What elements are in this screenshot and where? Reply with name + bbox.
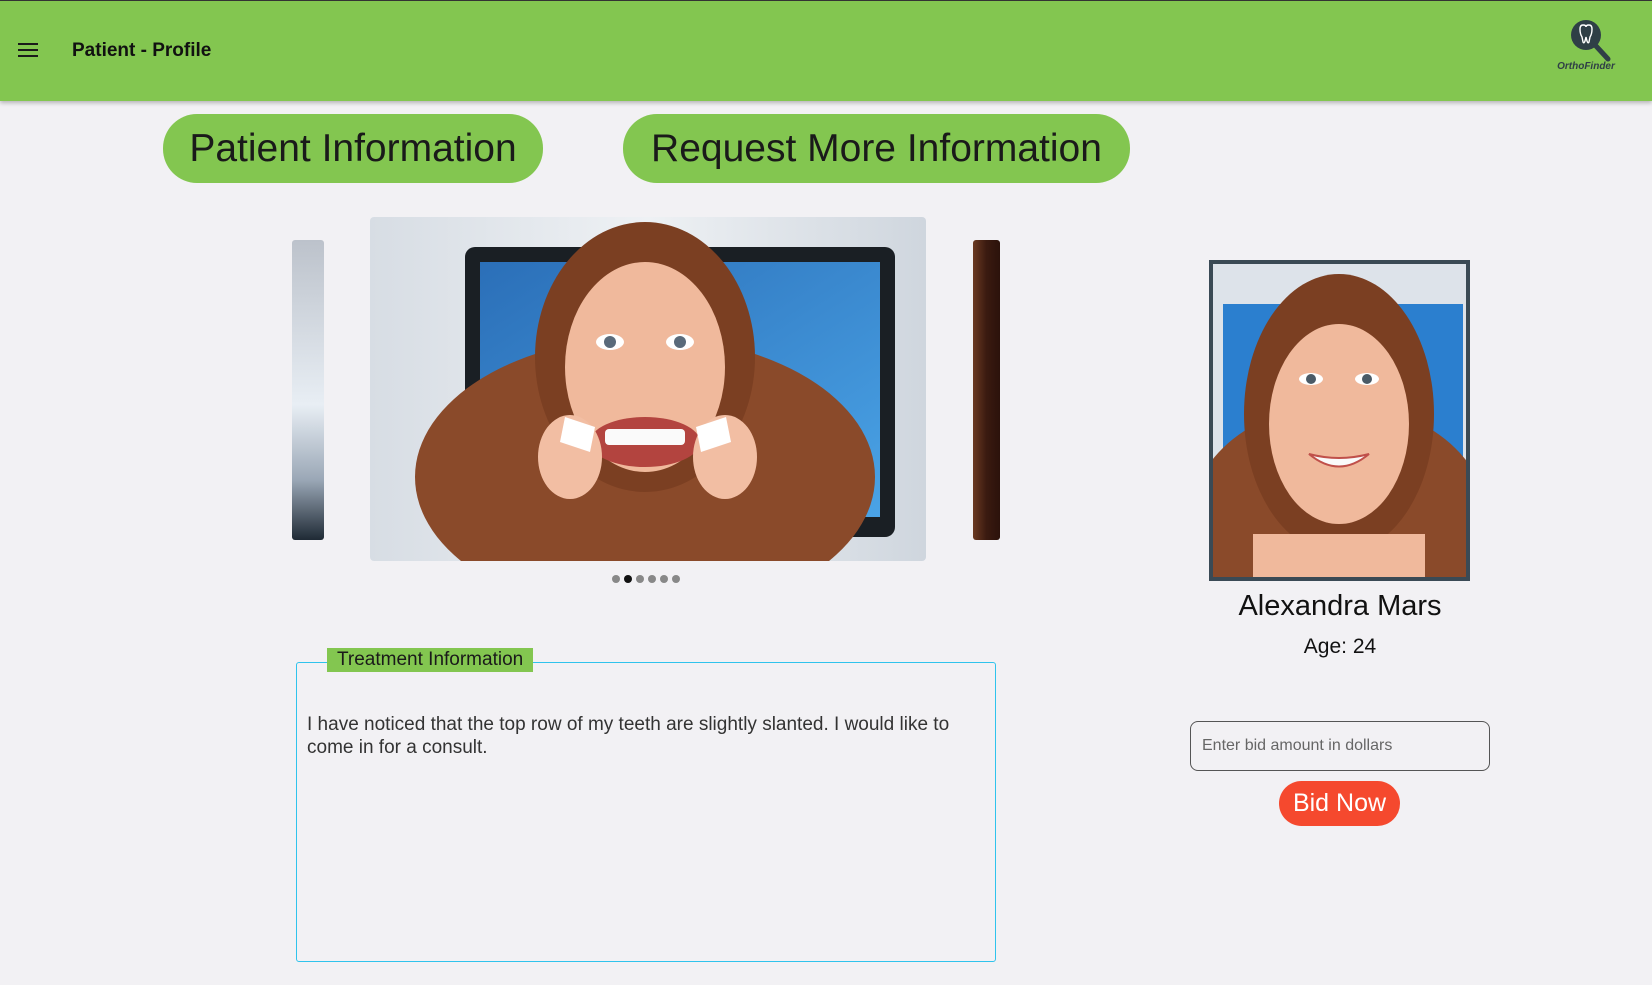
carousel-dot-active[interactable]	[624, 575, 632, 583]
treatment-description: I have noticed that the top row of my te…	[307, 714, 950, 758]
bid-now-button[interactable]: Bid Now	[1279, 781, 1400, 826]
carousel-dot[interactable]	[648, 575, 656, 583]
magnifier-tooth-icon	[1571, 20, 1611, 62]
bid-amount-input[interactable]	[1190, 721, 1490, 771]
logo[interactable]: OrthoFinder	[1544, 15, 1628, 77]
patient-information-button[interactable]: Patient Information	[163, 114, 543, 183]
carousel-dot[interactable]	[660, 575, 668, 583]
logo-text: OrthoFinder	[1557, 61, 1615, 72]
app-header: Patient - Profile OrthoFinder	[0, 0, 1652, 101]
patient-age: Age: 24	[1303, 635, 1377, 658]
carousel-active-slide[interactable]	[370, 217, 926, 561]
carousel-dot[interactable]	[636, 575, 644, 583]
page-title: Patient - Profile	[72, 40, 212, 61]
image-carousel	[290, 216, 1002, 596]
patient-teeth-photo	[370, 217, 926, 561]
treatment-information-box: Treatment Information I have noticed tha…	[296, 648, 996, 962]
profile-photo	[1209, 260, 1470, 581]
carousel-dot[interactable]	[612, 575, 620, 583]
request-more-information-button[interactable]: Request More Information	[623, 114, 1130, 183]
carousel-next-slide[interactable]	[973, 240, 1000, 540]
app: Patient - Profile OrthoFinder Patient In…	[0, 0, 1652, 985]
patient-portrait	[1213, 264, 1466, 577]
patient-name: Alexandra Mars	[1238, 590, 1442, 622]
carousel-pagination	[612, 575, 680, 583]
carousel-prev-slide[interactable]	[292, 240, 324, 540]
treatment-information-legend: Treatment Information	[327, 648, 534, 672]
carousel-dot[interactable]	[672, 575, 680, 583]
menu-icon[interactable]	[18, 43, 38, 59]
